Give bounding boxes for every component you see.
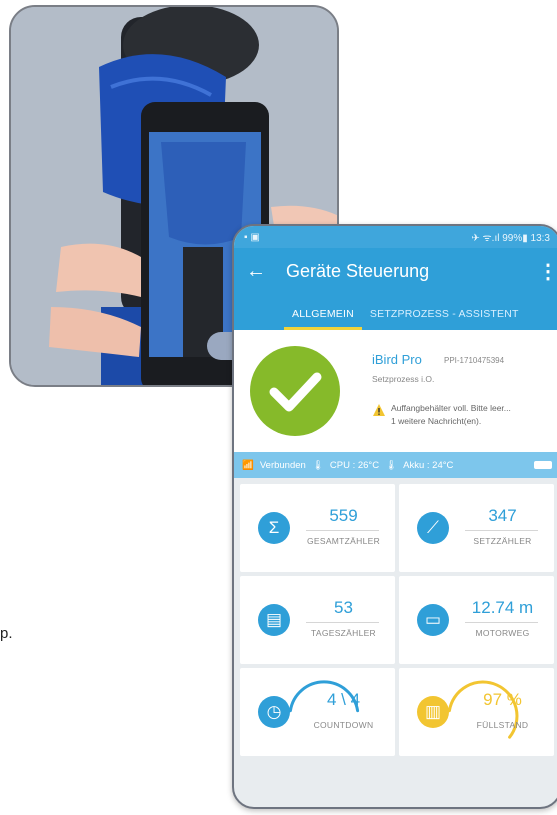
tile-label: GESAMTZÄHLER [306, 536, 381, 546]
tile-value: 97 % [483, 690, 522, 709]
status-right-text: ✈ ᯤ.ıl 99%▮ 13:3 [471, 233, 550, 244]
tile-countdown[interactable]: ◷ 4 \ 4 COUNTDOWN [240, 668, 395, 756]
tile-value: 12.74 m [471, 598, 534, 617]
tab-setzprozess-assistent[interactable]: SETZPROZESS - ASSISTENT [362, 308, 527, 330]
tile-value: 4 \ 4 [326, 690, 361, 709]
divider [465, 622, 538, 623]
bin-icon: ▥ [417, 696, 449, 728]
connection-status: Verbunden [259, 459, 306, 471]
check-icon [269, 372, 322, 412]
tile-label: SETZZÄHLER [473, 536, 532, 546]
status-left-icons: ▪ ▣ [244, 231, 260, 243]
stopwatch-icon: ◷ [258, 696, 290, 728]
countdown-gauge [288, 680, 360, 713]
status-bar: ▪ ▣ ✈ ᯤ.ıl 99%▮ 13:3 [234, 226, 557, 248]
calendar-icon: ▤ [258, 604, 290, 636]
warning-icon [373, 404, 385, 416]
motor-icon: ▭ [417, 604, 449, 636]
device-name: iBird Pro [372, 352, 422, 367]
wifi-icon: 📶 [242, 459, 254, 471]
rivet-tool-icon: ⟋ [417, 512, 449, 544]
divider [306, 622, 379, 623]
device-serial: PPI-1710475394 [444, 356, 505, 365]
divider [465, 530, 538, 531]
warning-more-messages[interactable]: 1 weitere Nachricht(en). [391, 416, 481, 426]
tile-fuellstand[interactable]: ▥ 97 % FÜLLSTAND [399, 668, 554, 756]
tile-value: 53 [334, 598, 353, 617]
sigma-icon: Σ [258, 512, 290, 544]
page-title: Geräte Steuerung [286, 260, 430, 281]
tile-label: FÜLLSTAND [476, 720, 529, 730]
device-process-status: Setzprozess i.O. [372, 374, 435, 384]
side-text: p. [0, 625, 13, 642]
tile-value: 347 [488, 506, 517, 525]
tile-motorweg[interactable]: ▭ 12.74 m MOTORWEG [399, 576, 554, 664]
tile-value: 559 [329, 506, 358, 525]
counter-tiles-grid: Σ 559 GESAMTZÄHLER ⟋ 347 SETZZÄHLER ▤ 53… [234, 478, 557, 756]
tile-tageszaehler[interactable]: ▤ 53 TAGESZÄHLER [240, 576, 395, 664]
divider [306, 530, 379, 531]
status-ok-badge [250, 346, 340, 436]
battery-icon [534, 461, 552, 469]
thermometer-icon: 🌡 [311, 459, 324, 471]
fill-level-gauge [447, 680, 519, 739]
overflow-menu-icon[interactable]: ⋮ [538, 259, 557, 284]
cpu-temperature: CPU : 26°C [329, 459, 380, 471]
tile-label: MOTORWEG [475, 628, 530, 638]
tab-allgemein[interactable]: ALLGEMEIN [284, 308, 362, 330]
connection-info-bar: 📶 Verbunden 🌡 CPU : 26°C 🌡 Akku : 24°C [234, 452, 557, 478]
tile-label: COUNTDOWN [313, 720, 374, 730]
app-bar: ← Geräte Steuerung ⋮ [234, 248, 557, 294]
tile-label: TAGESZÄHLER [310, 628, 377, 638]
back-arrow-icon[interactable]: ← [246, 260, 272, 283]
tab-bar: ALLGEMEIN SETZPROZESS - ASSISTENT [234, 294, 557, 330]
tile-gesamtzaehler[interactable]: Σ 559 GESAMTZÄHLER [240, 484, 395, 572]
device-status-card: iBird Pro PPI-1710475394 Setzprozess i.O… [234, 330, 557, 452]
warning-message[interactable]: Auffangbehälter voll. Bitte leer... [391, 403, 511, 413]
thermometer-icon: 🌡 [385, 459, 398, 471]
tile-setzzaehler[interactable]: ⟋ 347 SETZZÄHLER [399, 484, 554, 572]
phone-app-screen: ▪ ▣ ✈ ᯤ.ıl 99%▮ 13:3 ← Geräte Steuerung … [232, 224, 557, 809]
battery-temperature: Akku : 24°C [403, 459, 454, 471]
